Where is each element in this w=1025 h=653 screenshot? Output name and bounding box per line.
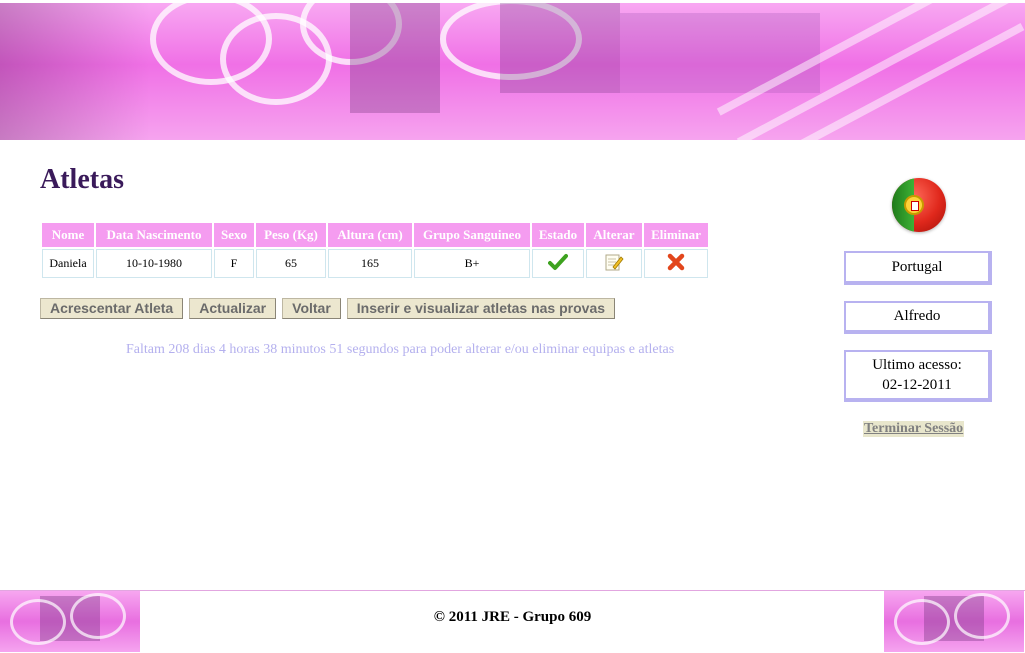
cell-grupo-sanguineo: B+ — [414, 249, 530, 278]
insert-athletes-in-events-button[interactable]: Inserir e visualizar atletas nas provas — [346, 298, 616, 319]
flag-shield — [904, 195, 924, 215]
edit-icon[interactable] — [604, 254, 624, 275]
column-header-altura: Altura (cm) — [328, 223, 412, 247]
logout-link[interactable]: Terminar Sessão — [863, 421, 965, 437]
column-header-grupo-sanguineo: Grupo Sanguineo — [414, 223, 530, 247]
footer: © 2011 JRE - Grupo 609 — [0, 590, 1025, 652]
last-access-label: Ultimo acesso: — [872, 357, 962, 373]
column-header-data-nascimento: Data Nascimento — [96, 223, 212, 247]
cell-estado — [532, 249, 584, 278]
cell-data-nascimento: 10-10-1980 — [96, 249, 212, 278]
country-box: Portugal — [844, 251, 992, 285]
footer-right-image — [884, 591, 1024, 652]
cell-peso: 65 — [256, 249, 326, 278]
column-header-alterar: Alterar — [586, 223, 642, 247]
username-label: Alfredo — [893, 308, 941, 324]
column-header-sexo: Sexo — [214, 223, 254, 247]
column-header-peso: Peso (Kg) — [256, 223, 326, 247]
column-header-nome: Nome — [42, 223, 94, 247]
last-access-date: 02-12-2011 — [882, 377, 952, 393]
athletes-table: Nome Data Nascimento Sexo Peso (Kg) Altu… — [40, 221, 710, 280]
country-label: Portugal — [891, 259, 943, 275]
back-button[interactable]: Voltar — [282, 298, 341, 319]
add-athlete-button[interactable]: Acrescentar Atleta — [40, 298, 184, 319]
countdown-text: Faltam 208 dias 4 horas 38 minutos 51 se… — [126, 342, 675, 357]
last-access-box: Ultimo acesso: 02-12-2011 — [844, 350, 992, 402]
user-box: Alfredo — [844, 301, 992, 334]
refresh-button[interactable]: Actualizar — [189, 298, 277, 319]
cell-altura: 165 — [328, 249, 412, 278]
volleyball-net-photo — [500, 3, 620, 93]
table-header-row: Nome Data Nascimento Sexo Peso (Kg) Altu… — [42, 223, 708, 247]
column-header-estado: Estado — [532, 223, 584, 247]
volleyball-player-photo — [350, 3, 440, 113]
page-title: Atletas — [40, 164, 124, 195]
action-buttons: Acrescentar Atleta Actualizar Voltar Ins… — [40, 298, 616, 319]
footer-ring-graphic — [954, 593, 1010, 639]
banner-shade — [0, 3, 150, 140]
header-banner — [0, 0, 1025, 140]
footer-ring-graphic — [894, 599, 950, 645]
column-header-eliminar: Eliminar — [644, 223, 708, 247]
cell-alterar — [586, 249, 642, 278]
cell-eliminar — [644, 249, 708, 278]
delete-icon[interactable] — [666, 253, 686, 275]
players-photo — [620, 13, 820, 93]
table-row: Daniela 10-10-1980 F 65 165 B+ — [42, 249, 708, 278]
cell-nome: Daniela — [42, 249, 94, 278]
portugal-flag-icon — [892, 178, 946, 232]
checkmark-icon[interactable] — [548, 253, 568, 274]
cell-sexo: F — [214, 249, 254, 278]
footer-copyright: © 2011 JRE - Grupo 609 — [433, 609, 592, 625]
